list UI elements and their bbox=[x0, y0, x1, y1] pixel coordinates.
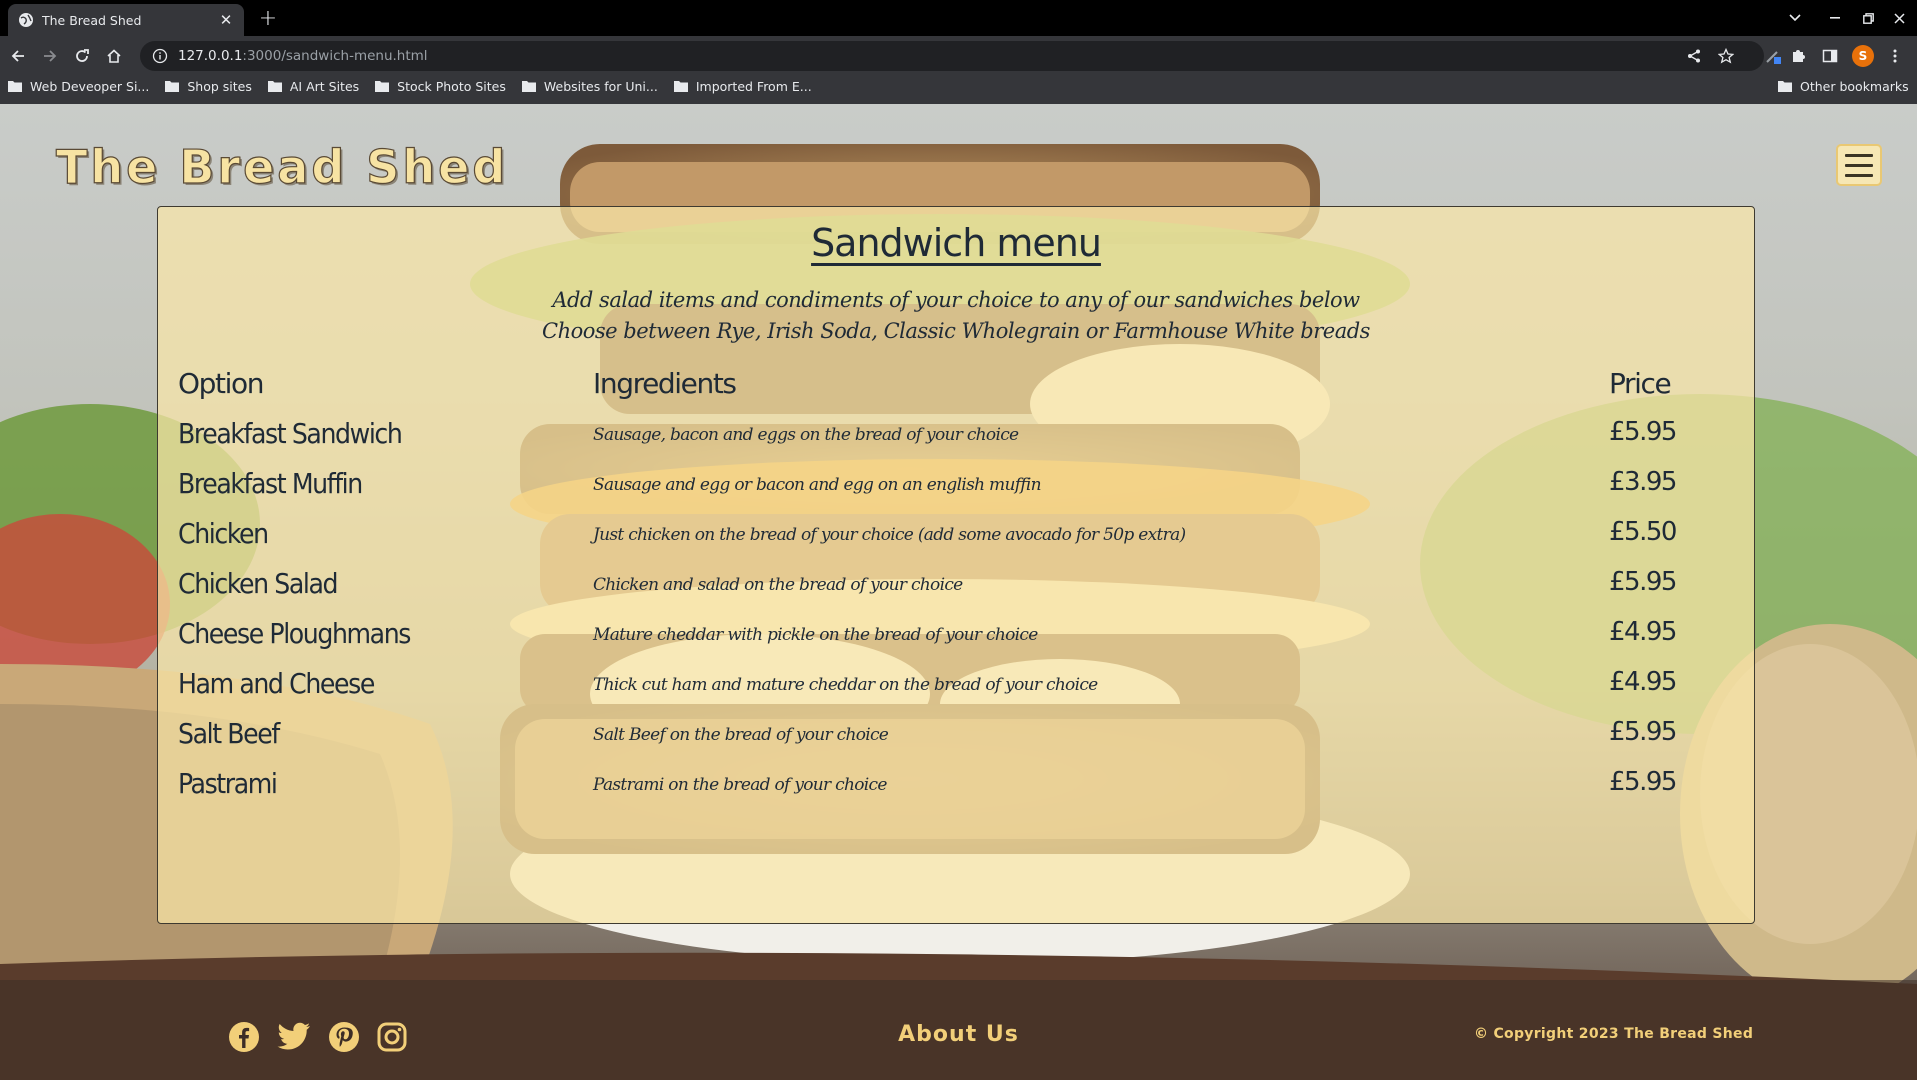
item-ingredients: Mature cheddar with pickle on the bread … bbox=[593, 625, 1038, 645]
folder-icon bbox=[267, 80, 282, 92]
menu-subtitle: Add salad items and condiments of your c… bbox=[158, 285, 1754, 347]
item-option: Chicken bbox=[178, 517, 269, 550]
tab-search-icon[interactable] bbox=[1780, 6, 1810, 30]
bookmark-label: Imported From E... bbox=[695, 78, 812, 94]
item-ingredients: Salt Beef on the bread of your choice bbox=[593, 725, 889, 745]
site-info-icon[interactable] bbox=[152, 48, 168, 64]
page-viewport: The Bread Shed Sandwich menu Add salad i… bbox=[0, 104, 1917, 1080]
item-price: £5.95 bbox=[1609, 767, 1677, 797]
menu-row: Pastrami Pastrami on the bread of your c… bbox=[178, 767, 1738, 817]
item-price: £5.50 bbox=[1609, 517, 1677, 547]
forward-icon[interactable] bbox=[36, 42, 64, 70]
close-window-icon[interactable] bbox=[1884, 6, 1914, 30]
menu-row: Chicken Salad Chicken and salad on the b… bbox=[178, 567, 1738, 617]
extensions-puzzle-icon[interactable] bbox=[1787, 45, 1809, 67]
address-bar[interactable]: 127.0.0.1:3000/sandwich-menu.html bbox=[140, 41, 1764, 71]
hamburger-line bbox=[1845, 153, 1873, 157]
hamburger-menu-icon[interactable] bbox=[1836, 144, 1882, 186]
folder-icon bbox=[1778, 80, 1792, 92]
header-ingredients: Ingredients bbox=[593, 367, 737, 400]
bookmark-folder[interactable]: Shop sites bbox=[157, 74, 260, 98]
browser-toolbar: 127.0.0.1:3000/sandwich-menu.html S Web … bbox=[0, 36, 1917, 104]
folder-icon bbox=[673, 80, 688, 92]
menu-row: Cheese Ploughmans Mature cheddar with pi… bbox=[178, 617, 1738, 667]
restore-icon[interactable] bbox=[1853, 6, 1883, 30]
item-price: £4.95 bbox=[1609, 617, 1677, 647]
item-option: Cheese Ploughmans bbox=[178, 617, 411, 650]
header-option: Option bbox=[178, 367, 264, 400]
copyright-text: © Copyright 2023 The Bread Shed bbox=[1474, 1026, 1754, 1042]
browser-tab-strip: The Bread Shed ✕ + bbox=[0, 0, 1917, 36]
menu-subtitle-line: Add salad items and condiments of your c… bbox=[552, 288, 1360, 312]
new-tab-icon[interactable]: + bbox=[256, 6, 280, 31]
menu-row: Breakfast Muffin Sausage and egg or baco… bbox=[178, 467, 1738, 517]
item-ingredients: Thick cut ham and mature cheddar on the … bbox=[593, 675, 1098, 695]
other-bookmarks-label: Other bookmarks bbox=[1800, 78, 1909, 94]
header-price: Price bbox=[1609, 367, 1672, 400]
bookmark-label: Websites for Uni... bbox=[543, 78, 658, 94]
menu-row: Ham and Cheese Thick cut ham and mature … bbox=[178, 667, 1738, 717]
bookmark-star-icon[interactable] bbox=[1716, 46, 1736, 66]
bookmarks-bar: Web Deveoper Si... Shop sites AI Art Sit… bbox=[0, 72, 1917, 100]
bookmark-label: Web Deveoper Si... bbox=[30, 78, 150, 94]
item-price: £5.95 bbox=[1609, 567, 1677, 597]
item-ingredients: Sausage, bacon and eggs on the bread of … bbox=[593, 425, 1019, 445]
item-ingredients: Pastrami on the bread of your choice bbox=[593, 775, 887, 795]
site-footer: About Us © Copyright 2023 The Bread Shed bbox=[0, 980, 1917, 1080]
browser-tab[interactable]: The Bread Shed ✕ bbox=[8, 4, 244, 36]
hamburger-line bbox=[1845, 173, 1873, 177]
folder-icon bbox=[375, 80, 390, 92]
sandwich-menu-card: Sandwich menu Add salad items and condim… bbox=[157, 206, 1755, 924]
menu-header-row: Option Ingredients Price bbox=[178, 367, 1738, 417]
more-menu-icon[interactable] bbox=[1884, 45, 1906, 67]
item-option: Breakfast Sandwich bbox=[178, 417, 403, 450]
bookmark-folder[interactable]: Stock Photo Sites bbox=[367, 74, 514, 98]
share-icon[interactable] bbox=[1684, 46, 1704, 66]
bookmark-folder[interactable]: Websites for Uni... bbox=[514, 74, 666, 98]
item-price: £5.95 bbox=[1609, 417, 1677, 447]
bookmark-folder[interactable]: Web Deveoper Si... bbox=[0, 74, 157, 98]
item-option: Ham and Cheese bbox=[178, 667, 375, 700]
bookmark-label: AI Art Sites bbox=[289, 78, 360, 94]
item-ingredients: Chicken and salad on the bread of your c… bbox=[593, 575, 963, 595]
back-icon[interactable] bbox=[4, 42, 32, 70]
item-ingredients: Just chicken on the bread of your choice… bbox=[593, 525, 1186, 545]
menu-row: Salt Beef Salt Beef on the bread of your… bbox=[178, 717, 1738, 767]
item-option: Pastrami bbox=[178, 767, 278, 800]
item-price: £4.95 bbox=[1609, 667, 1677, 697]
side-panel-icon[interactable] bbox=[1819, 45, 1841, 67]
item-option: Salt Beef bbox=[178, 717, 280, 750]
folder-icon bbox=[8, 80, 22, 92]
menu-subtitle-line: Choose between Rye, Irish Soda, Classic … bbox=[542, 319, 1370, 343]
menu-row: Chicken Just chicken on the bread of you… bbox=[178, 517, 1738, 567]
bookmark-label: Stock Photo Sites bbox=[397, 78, 506, 94]
site-logo[interactable]: The Bread Shed bbox=[55, 139, 508, 194]
hamburger-line bbox=[1845, 163, 1873, 167]
minimize-icon[interactable] bbox=[1820, 6, 1850, 30]
other-bookmarks-folder[interactable]: Other bookmarks bbox=[1770, 74, 1917, 98]
url-path: :3000/sandwich-menu.html bbox=[242, 48, 428, 64]
item-ingredients: Sausage and egg or bacon and egg on an e… bbox=[593, 475, 1042, 495]
item-option: Breakfast Muffin bbox=[178, 467, 363, 500]
tab-title: The Bread Shed bbox=[42, 12, 142, 28]
folder-icon bbox=[165, 80, 180, 92]
bookmark-folder[interactable]: Imported From E... bbox=[666, 74, 820, 98]
item-price: £5.95 bbox=[1609, 717, 1677, 747]
item-price: £3.95 bbox=[1609, 467, 1677, 497]
bookmark-folder[interactable]: AI Art Sites bbox=[260, 74, 367, 98]
profile-avatar[interactable]: S bbox=[1852, 45, 1874, 67]
home-icon[interactable] bbox=[100, 42, 128, 70]
menu-row: Breakfast Sandwich Sausage, bacon and eg… bbox=[178, 417, 1738, 467]
reload-icon[interactable] bbox=[68, 42, 96, 70]
url-host: 127.0.0.1 bbox=[178, 48, 243, 64]
bookmark-label: Shop sites bbox=[187, 78, 252, 94]
extension-pen-icon[interactable] bbox=[1762, 45, 1784, 67]
close-tab-icon[interactable]: ✕ bbox=[218, 11, 234, 29]
menu-title: Sandwich menu bbox=[811, 221, 1102, 265]
folder-icon bbox=[521, 80, 536, 92]
item-option: Chicken Salad bbox=[178, 567, 339, 600]
globe-icon bbox=[18, 12, 34, 28]
